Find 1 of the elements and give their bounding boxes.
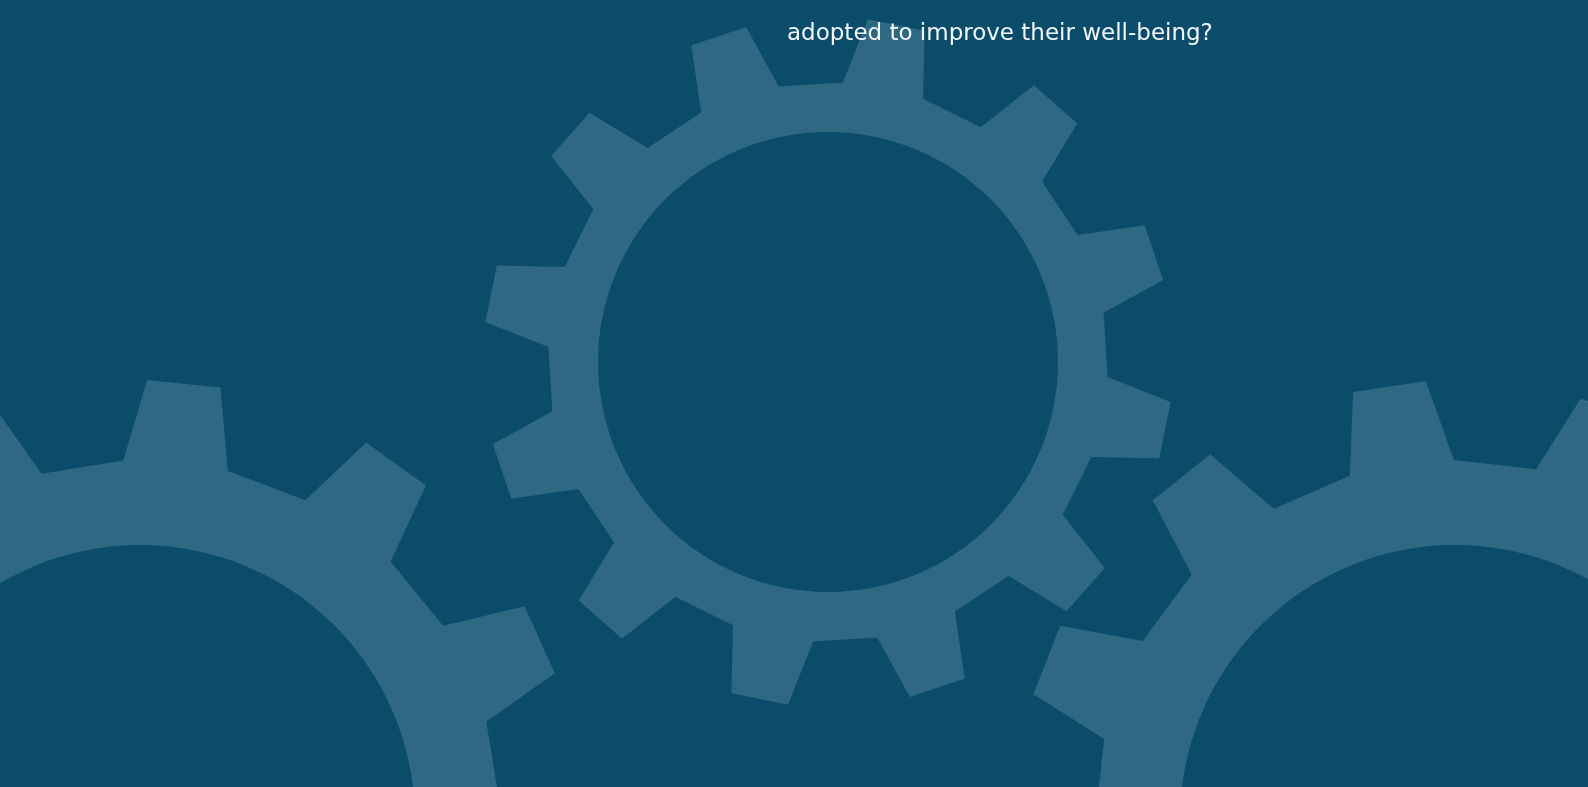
question-paragraph: adopted to improve their well-being?: [787, 18, 1214, 47]
